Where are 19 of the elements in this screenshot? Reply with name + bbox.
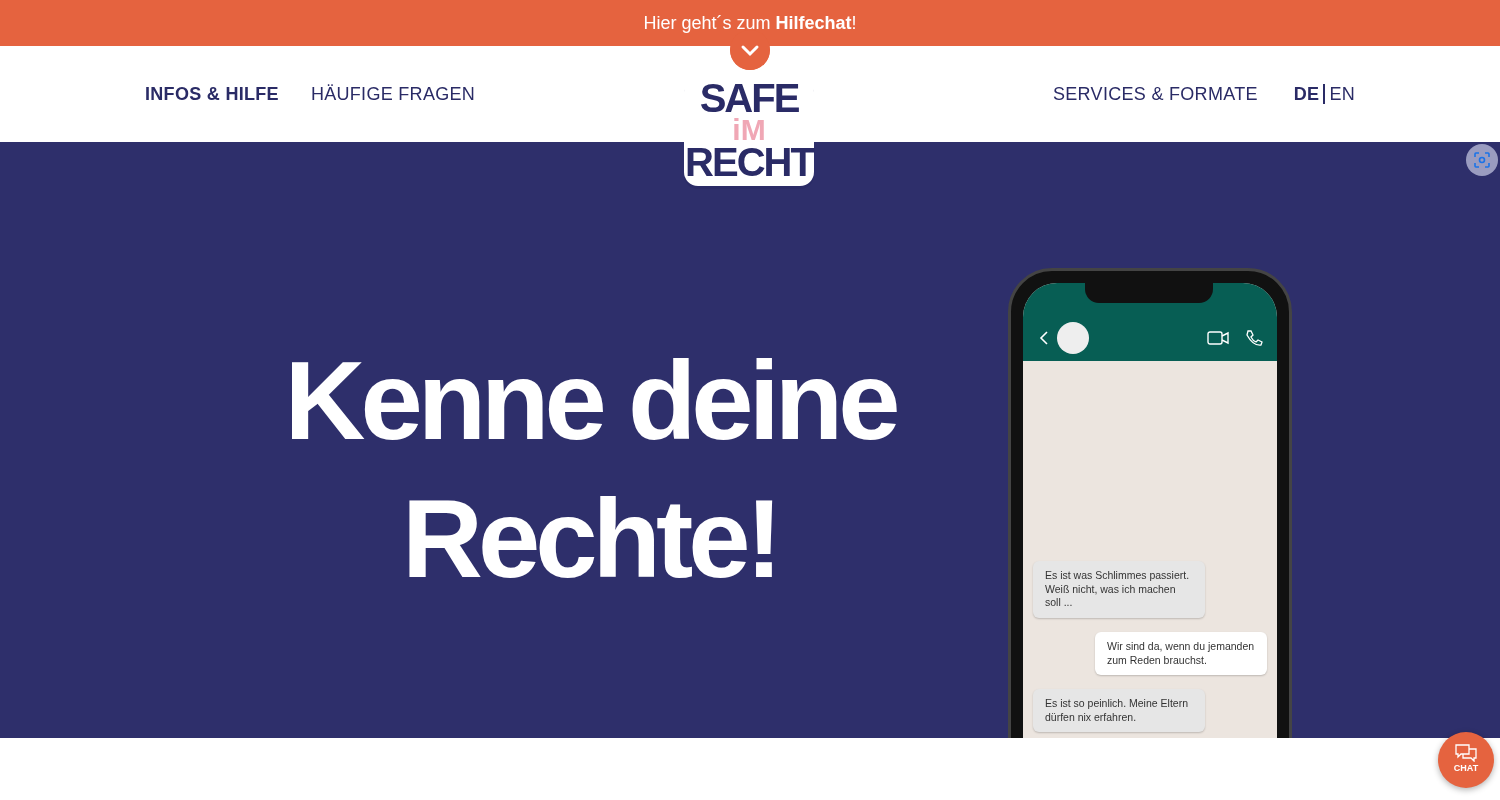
- logo-text: iM: [731, 116, 767, 144]
- chat-message: Es ist was Schlimmes passiert. Weiß nicht, was ich machen soll ...: [1033, 561, 1205, 618]
- language-link[interactable]: EN: [1329, 80, 1355, 108]
- language-link[interactable]: DE: [1293, 80, 1320, 108]
- avatar-icon: [1057, 322, 1089, 354]
- nav-link[interactable]: INFOS & HILFE: [145, 80, 279, 108]
- chat-bubbles-icon: [1455, 744, 1477, 763]
- logo-text: SAFE: [698, 80, 800, 116]
- nav-link[interactable]: SERVICES & FORMATE: [1053, 80, 1258, 108]
- video-camera-icon: [1207, 331, 1229, 345]
- nav-link[interactable]: HÄUFIGE FRAGEN: [310, 80, 476, 108]
- logo-text: RECHT: [684, 144, 814, 180]
- hero-headline: Kenne deine Rechte!: [283, 337, 897, 603]
- phone-icon: [1245, 329, 1263, 347]
- chat-message: Es ist so peinlich. Meine Eltern dürfen nix erfahren.: [1033, 689, 1205, 733]
- camera-scan-icon: [1473, 151, 1491, 169]
- chat-message: Wir sind da, wenn du jemanden zum Reden brauchst.: [1095, 631, 1267, 676]
- back-icon: [1039, 330, 1049, 346]
- lens-button[interactable]: [1466, 144, 1498, 176]
